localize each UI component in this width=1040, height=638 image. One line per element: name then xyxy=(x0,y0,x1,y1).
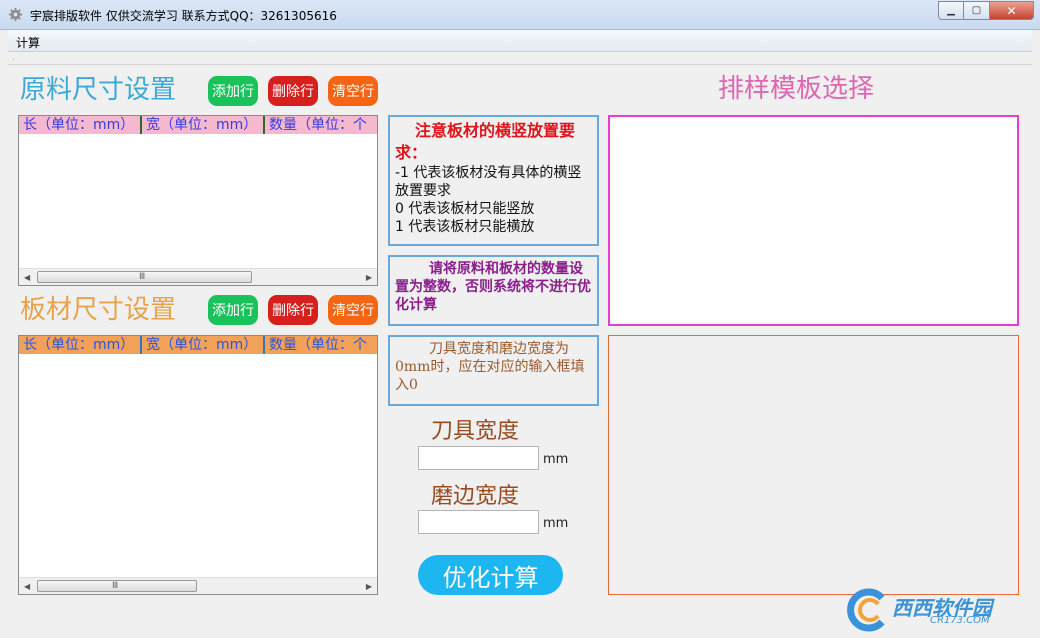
orientation-notice-line: 1 代表该板材只能横放 xyxy=(395,219,535,235)
scroll-right-icon[interactable]: ▶ xyxy=(366,273,372,282)
toolstrip: · xyxy=(8,53,1032,65)
scroll-right-icon[interactable]: ▶ xyxy=(366,582,372,591)
raw-clear-rows-button[interactable]: 清空行 xyxy=(328,76,378,106)
gear-icon xyxy=(8,7,23,22)
scroll-grip-icon: Ⅲ xyxy=(139,272,146,282)
menu-bar: 计算 xyxy=(8,30,1032,52)
zero-width-notice-text: 刀具宽度和磨边宽度为0mm时，应在对应的输入框填入0 xyxy=(395,341,585,393)
blade-width-input[interactable] xyxy=(418,446,539,470)
raw-grid-hscrollbar[interactable]: ◀ Ⅲ ▶ xyxy=(19,268,377,285)
board-clear-rows-button[interactable]: 清空行 xyxy=(328,295,378,325)
minimize-button[interactable]: ▁ xyxy=(938,1,964,20)
orientation-notice: 注意板材的横竖放置要求： -1 代表该板材没有具体的横竖放置要求 0 代表该板材… xyxy=(388,115,599,246)
board-add-row-button[interactable]: 添加行 xyxy=(208,295,258,325)
watermark-logo-icon xyxy=(847,588,885,632)
board-col-quantity[interactable]: 数量（单位：个 xyxy=(265,336,377,354)
board-size-title: 板材尺寸设置 xyxy=(20,295,177,325)
window-controls: ▁ ▢ ✕ xyxy=(938,1,1034,21)
layout-preview-panel xyxy=(608,335,1019,595)
raw-col-width[interactable]: 宽（单位：mm） xyxy=(142,116,265,134)
blade-width-label: 刀具宽度 xyxy=(431,419,520,444)
raw-col-length[interactable]: 长（单位：mm） xyxy=(19,116,142,134)
edge-width-label: 磨边宽度 xyxy=(431,484,520,509)
optimize-calculate-button[interactable]: 优化计算 xyxy=(418,555,563,595)
raw-grid-header: 长（单位：mm） 宽（单位：mm） 数量（单位：个 xyxy=(19,116,377,134)
scroll-left-icon[interactable]: ◀ xyxy=(24,273,30,282)
raw-col-quantity[interactable]: 数量（单位：个 xyxy=(265,116,377,134)
orientation-notice-line: 0 代表该板材只能竖放 xyxy=(395,201,535,217)
blade-width-unit: mm xyxy=(543,452,569,467)
grip-icon: · xyxy=(12,55,15,64)
close-button[interactable]: ✕ xyxy=(990,1,1034,20)
watermark: 西西软件园 CR173.COM xyxy=(842,588,1022,632)
orientation-notice-heading: 注意板材的横竖放置要求： xyxy=(395,121,576,162)
template-list[interactable] xyxy=(608,115,1019,326)
watermark-subtext: CR173.COM xyxy=(930,615,990,626)
board-grid-header: 长（单位：mm） 宽（单位：mm） 数量（单位：个 xyxy=(19,336,377,354)
board-col-width[interactable]: 宽（单位：mm） xyxy=(142,336,265,354)
board-delete-row-button[interactable]: 删除行 xyxy=(268,295,318,325)
title-bar: 宇宸排版软件 仅供交流学习 联系方式QQ：3261305616 ▁ ▢ ✕ xyxy=(0,0,1040,30)
raw-size-title: 原料尺寸设置 xyxy=(20,75,177,105)
raw-delete-row-button[interactable]: 删除行 xyxy=(268,76,318,106)
template-select-title: 排样模板选择 xyxy=(718,74,875,104)
window-title: 宇宸排版软件 仅供交流学习 联系方式QQ：3261305616 xyxy=(30,9,337,23)
menu-item-calculate[interactable]: 计算 xyxy=(16,34,40,51)
zero-width-notice: 刀具宽度和磨边宽度为0mm时，应在对应的输入框填入0 xyxy=(388,335,599,406)
edge-width-unit: mm xyxy=(543,516,569,531)
orientation-notice-line: -1 代表该板材没有具体的横竖放置要求 xyxy=(395,165,582,199)
scroll-left-icon[interactable]: ◀ xyxy=(24,582,30,591)
maximize-button[interactable]: ▢ xyxy=(964,1,990,20)
board-size-grid[interactable]: 长（单位：mm） 宽（单位：mm） 数量（单位：个 ◀ Ⅲ ▶ xyxy=(18,335,378,595)
integer-notice: 请将原料和板材的数量设置为整数，否则系统将不进行优化计算 xyxy=(388,255,599,326)
raw-add-row-button[interactable]: 添加行 xyxy=(208,76,258,106)
board-col-length[interactable]: 长（单位：mm） xyxy=(19,336,142,354)
raw-scroll-thumb[interactable]: Ⅲ xyxy=(37,271,252,283)
integer-notice-text: 请将原料和板材的数量设置为整数，否则系统将不进行优化计算 xyxy=(395,261,591,313)
scroll-grip-icon: Ⅲ xyxy=(112,581,119,591)
raw-size-grid[interactable]: 长（单位：mm） 宽（单位：mm） 数量（单位：个 ◀ Ⅲ ▶ xyxy=(18,115,378,286)
edge-width-input[interactable] xyxy=(418,510,539,534)
board-grid-hscrollbar[interactable]: ◀ Ⅲ ▶ xyxy=(19,577,377,594)
board-scroll-thumb[interactable]: Ⅲ xyxy=(37,580,197,592)
